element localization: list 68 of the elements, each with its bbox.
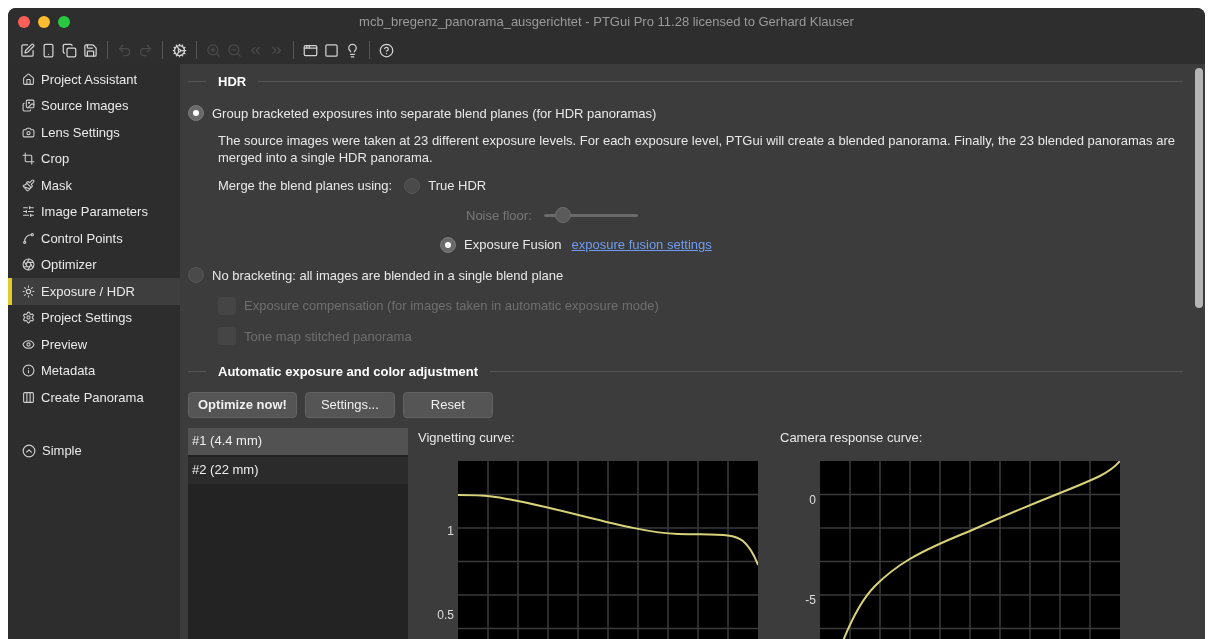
merge-label: Merge the blend planes using: (218, 177, 393, 195)
sidebar-item[interactable]: Mask (8, 172, 180, 199)
chevron-icon (22, 443, 36, 458)
axis-tick-label: 1 (447, 525, 454, 537)
columns-icon (22, 390, 35, 404)
lens-list-item[interactable]: #1 (4.4 mm) (188, 427, 408, 455)
noise-floor-label: Noise floor: (466, 206, 532, 225)
bulb-icon[interactable] (345, 42, 360, 58)
radio-button[interactable] (188, 105, 204, 122)
sidebar-item[interactable]: Control Points (8, 225, 180, 252)
minimize-button[interactable] (38, 16, 50, 28)
option-label: True HDR (428, 177, 487, 195)
sliders-icon (22, 205, 35, 219)
images-icon (22, 99, 35, 113)
chart-title: Camera response curve: (780, 428, 924, 447)
sidebar-item[interactable]: Metadata (8, 357, 180, 384)
home-icon (22, 72, 35, 86)
axis-tick-label: 0 (809, 494, 816, 506)
device-icon[interactable] (41, 42, 56, 58)
close-button[interactable] (18, 16, 30, 28)
simple-mode-button[interactable]: Simple (8, 437, 180, 464)
action-button[interactable]: Optimize now! (188, 391, 297, 418)
copy-icon[interactable] (62, 42, 77, 58)
sidebar-item[interactable]: Lens Settings (8, 119, 180, 146)
save-icon[interactable] (83, 42, 98, 58)
brush-icon (22, 178, 35, 192)
radio-button[interactable] (440, 236, 456, 253)
axis-tick-label: 0.5 (437, 609, 454, 621)
fusion-settings-link[interactable]: exposure fusion settings (571, 235, 712, 255)
sidebar-item[interactable]: Create Panorama (8, 384, 180, 411)
axis-tick-label: -5 (805, 594, 816, 606)
scrollbar-thumb[interactable] (1195, 68, 1203, 308)
radio-button[interactable] (404, 177, 421, 194)
sidebar-item[interactable]: Source Images (8, 92, 180, 119)
eye-icon (22, 337, 35, 351)
gear-icon[interactable] (172, 42, 187, 58)
option-label: Group bracketed exposures into separate blend planes (for HDR panoramas) (212, 104, 657, 123)
settings-icon (22, 311, 35, 325)
windows-icon[interactable] (303, 42, 318, 58)
crop-icon (22, 152, 35, 166)
edit-icon[interactable] (20, 42, 35, 58)
info-icon (22, 364, 35, 378)
panel-icon[interactable] (324, 42, 339, 58)
lens-list-item[interactable]: #2 (22 mm) (188, 456, 408, 484)
action-button[interactable]: Reset (402, 391, 493, 418)
sidebar-item[interactable]: Optimizer (8, 251, 180, 278)
option-label: Exposure Fusion (464, 236, 562, 254)
aperture-icon (22, 258, 35, 272)
window-title: mcb_bregenz_panorama_ausgerichtet - PTGui Pro 11.28 licensed to Gerhard Klauser (359, 13, 854, 32)
noise-floor-slider[interactable] (543, 207, 638, 224)
sidebar-item[interactable]: Project Settings (8, 304, 180, 331)
section-heading: HDR (218, 73, 247, 91)
chart-title: Vignetting curve: (418, 428, 516, 447)
zoom-button[interactable] (58, 16, 70, 28)
camera-icon (22, 125, 35, 139)
sidebar-item[interactable]: Crop (8, 145, 180, 172)
sidebar-item[interactable]: Exposure / HDR (8, 278, 180, 305)
hdr-description: The source images were taken at 23 different exposure levels. For each exposure level, PTGui will create a blended panorama. Finally, the 23 blended panoramas are merged into a single HDR panorama. (218, 132, 1176, 166)
section-heading: Automatic exposure and color adjustment (218, 363, 479, 381)
help-icon[interactable] (379, 42, 394, 58)
sun-icon (22, 284, 35, 298)
sidebar-item[interactable]: Project Assistant (8, 66, 180, 93)
points-icon (22, 231, 35, 245)
sidebar-item[interactable]: Preview (8, 331, 180, 358)
radio-button[interactable] (188, 267, 204, 284)
option-label: No bracketing: all images are blended in a single blend plane (212, 266, 564, 285)
sidebar-item[interactable]: Image Parameters (8, 198, 180, 225)
action-button[interactable]: Settings... (304, 391, 395, 418)
